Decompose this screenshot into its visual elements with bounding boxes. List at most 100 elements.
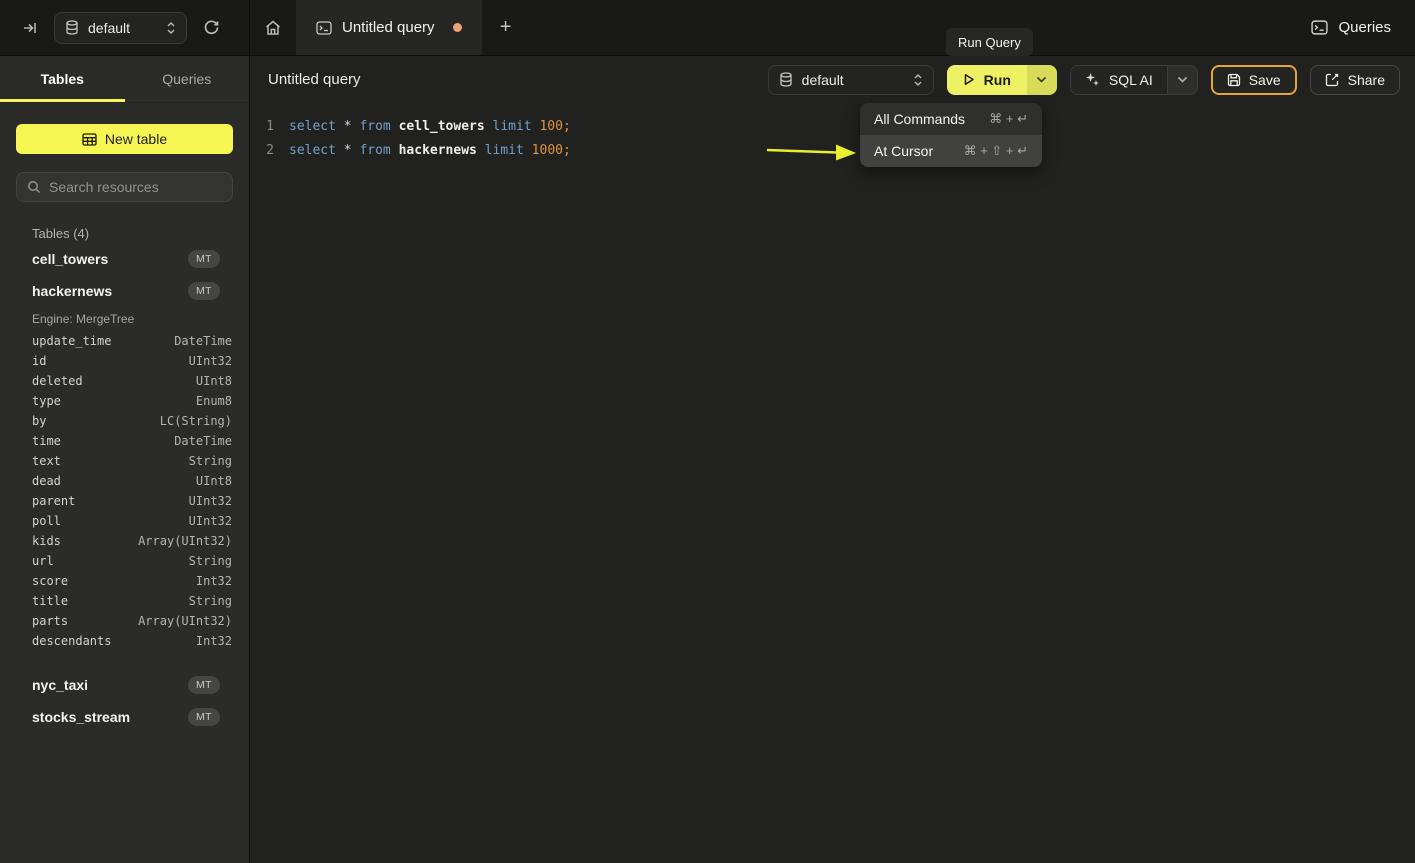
menu-item-label: All Commands: [874, 111, 965, 127]
run-split-button: Run: [947, 65, 1057, 95]
terminal-icon: [1311, 20, 1328, 35]
new-table-label: New table: [105, 131, 167, 147]
column-type: Array(UInt32): [138, 534, 232, 548]
column-name: update_time: [32, 334, 111, 348]
topbar-database-value: default: [88, 20, 130, 36]
column-row-parts[interactable]: parts Array(UInt32): [0, 611, 249, 631]
run-options-caret[interactable]: [1027, 65, 1057, 95]
sql-ai-button[interactable]: SQL AI: [1071, 66, 1167, 94]
main-area: Untitled query default: [250, 56, 1415, 863]
sidebar-tab-queries[interactable]: Queries: [125, 56, 250, 102]
column-name: parts: [32, 614, 68, 628]
run-menu-item-at-cursor[interactable]: At Cursor ⌘ + ⇧ + ↵: [860, 135, 1042, 167]
column-row-title[interactable]: title String: [0, 591, 249, 611]
table-list: cell_towersMThackernewsMTEngine: MergeTr…: [0, 243, 249, 733]
column-name: dead: [32, 474, 61, 488]
column-type: UInt8: [196, 474, 232, 488]
refresh-icon[interactable]: [203, 19, 220, 36]
column-row-type[interactable]: typeEnum8: [0, 391, 249, 411]
column-name: title: [32, 594, 68, 608]
sidebar-tab-tables[interactable]: Tables: [0, 56, 125, 102]
column-row-descendants[interactable]: descendantsInt32: [0, 631, 249, 651]
column-type: Array(UInt32): [138, 614, 232, 628]
new-tab-button[interactable]: +: [482, 0, 530, 55]
queries-button-label: Queries: [1338, 19, 1391, 36]
engine-badge: MT: [188, 282, 220, 300]
sql-editor[interactable]: 1 select * from cell_towers limit 100;2se…: [250, 103, 1415, 163]
save-button[interactable]: Save: [1211, 65, 1297, 95]
share-button[interactable]: Share: [1310, 65, 1400, 95]
column-name: descendants: [32, 634, 111, 648]
code-text: select * from cell_towers limit 100;: [289, 115, 571, 139]
code-line[interactable]: 1 select * from cell_towers limit 100;: [250, 115, 1415, 139]
column-row-id[interactable]: idUInt32: [0, 351, 249, 371]
column-row-dead[interactable]: dead UInt8: [0, 471, 249, 491]
query-title: Untitled query: [268, 71, 361, 88]
column-row-by[interactable]: by LC(String): [0, 411, 249, 431]
tab-strip: Untitled query +: [250, 0, 530, 55]
table-row-nyc_taxi[interactable]: nyc_taxiMT: [0, 669, 249, 701]
column-row-score[interactable]: score Int32: [0, 571, 249, 591]
tab-label: Untitled query: [342, 19, 435, 36]
column-type: DateTime: [174, 434, 232, 448]
table-row-cell_towers[interactable]: cell_towersMT: [0, 243, 249, 275]
queries-button[interactable]: Queries: [1311, 19, 1391, 36]
topbar-database-select[interactable]: default: [54, 12, 187, 44]
column-type: String: [189, 454, 232, 468]
menu-item-label: At Cursor: [874, 143, 933, 159]
column-row-parent[interactable]: parent UInt32: [0, 491, 249, 511]
table-row-hackernews[interactable]: hackernewsMT: [0, 275, 249, 307]
save-button-label: Save: [1249, 72, 1281, 88]
column-name: parent: [32, 494, 75, 508]
column-row-kids[interactable]: kids Array(UInt32): [0, 531, 249, 551]
column-row-time[interactable]: time DateTime: [0, 431, 249, 451]
column-type: String: [189, 594, 232, 608]
table-row-stocks_stream[interactable]: stocks_streamMT: [0, 701, 249, 733]
collapse-sidebar-icon[interactable]: [22, 20, 38, 36]
column-name: score: [32, 574, 68, 588]
sidebar-tabs: TablesQueries: [0, 56, 249, 103]
line-number: 1: [250, 115, 274, 139]
new-table-button[interactable]: New table: [16, 124, 233, 154]
search-input[interactable]: [49, 179, 222, 195]
column-row-poll[interactable]: poll UInt32: [0, 511, 249, 531]
chevron-updown-icon: [913, 73, 923, 87]
search-box: [16, 172, 233, 202]
column-name: time: [32, 434, 61, 448]
share-icon: [1325, 73, 1339, 87]
column-type: UInt32: [189, 494, 232, 508]
column-row-deleted[interactable]: deletedUInt8: [0, 371, 249, 391]
column-name: poll: [32, 514, 61, 528]
home-icon[interactable]: [250, 0, 296, 55]
sql-ai-caret[interactable]: [1167, 66, 1197, 94]
column-type: UInt32: [189, 354, 232, 368]
code-line[interactable]: 2select * from hackernews limit 1000;: [250, 139, 1415, 163]
column-row-url[interactable]: urlString: [0, 551, 249, 571]
database-icon: [779, 72, 793, 87]
database-icon: [65, 20, 79, 35]
run-button[interactable]: Run: [947, 65, 1027, 95]
code-text: select * from hackernews limit 1000;: [289, 139, 571, 163]
column-type: UInt8: [196, 374, 232, 388]
column-type: UInt32: [189, 514, 232, 528]
column-row-update_time[interactable]: update_timeDateTime: [0, 331, 249, 351]
engine-badge: MT: [188, 250, 220, 268]
column-name: kids: [32, 534, 61, 548]
sql-ai-split-button: SQL AI: [1070, 65, 1198, 95]
column-name: text: [32, 454, 61, 468]
column-name: url: [32, 554, 54, 568]
tables-section-header: Tables (4): [32, 226, 249, 241]
run-options-menu: All Commands⌘ + ↵ At Cursor ⌘ + ⇧ + ↵: [860, 103, 1042, 167]
tab-untitled-query[interactable]: Untitled query: [296, 0, 482, 55]
toolbar-database-select[interactable]: default: [768, 65, 934, 95]
column-row-text[interactable]: text String: [0, 451, 249, 471]
column-type: LC(String): [160, 414, 232, 428]
share-button-label: Share: [1348, 72, 1385, 88]
table-icon: [82, 133, 97, 146]
run-button-label: Run: [984, 72, 1011, 88]
run-menu-item-all-commands[interactable]: All Commands⌘ + ↵: [860, 103, 1042, 135]
column-name: by: [32, 414, 46, 428]
sidebar: TablesQueries New table Tables (4) cell_…: [0, 56, 250, 863]
column-type: Int32: [196, 574, 232, 588]
menu-item-shortcut: ⌘ + ⇧ + ↵: [964, 143, 1028, 159]
